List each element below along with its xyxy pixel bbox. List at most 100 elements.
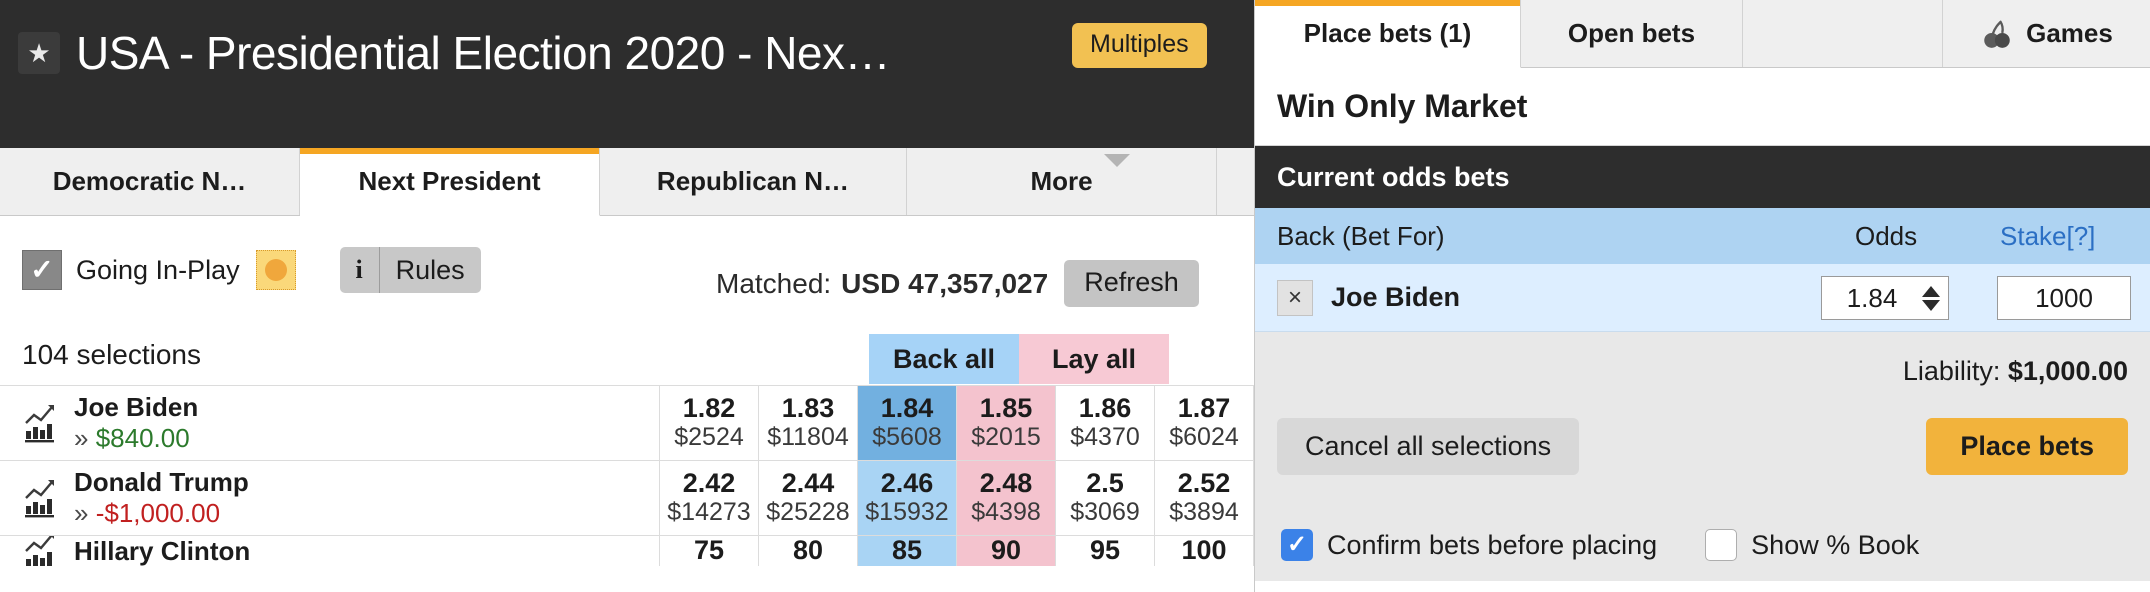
runner-name-cell: Donald Trump» -$1,000.00: [0, 461, 660, 535]
runner-row: Donald Trump» -$1,000.00 2.42 $14273 2.44 $2…: [0, 461, 1254, 536]
back-lay-all-group: Back all Lay all: [869, 334, 1169, 384]
runner-name-cell: Joe Biden» $840.00: [0, 386, 660, 460]
odds-price: 2.44: [781, 468, 835, 499]
liability-label: Liability:: [1902, 356, 2001, 386]
odds-cell[interactable]: 1.85 $2015: [957, 386, 1056, 460]
going-inplay-checkbox[interactable]: ✓: [22, 250, 62, 290]
runner-name: Hillary Clinton: [74, 536, 251, 566]
show-book-option[interactable]: Show % Book: [1705, 529, 1919, 561]
odds-price: 95: [1089, 536, 1121, 566]
odds-stepper[interactable]: 1.84: [1821, 276, 1949, 320]
confirm-bets-option[interactable]: ✓ Confirm bets before placing: [1281, 529, 1657, 561]
matched-label: Matched:: [716, 267, 832, 299]
chevron-down-icon[interactable]: [1922, 299, 1940, 311]
rules-button[interactable]: i Rules: [339, 247, 481, 293]
odds-cell[interactable]: 1.82 $2524: [660, 386, 759, 460]
betslip-options: ✓ Confirm bets before placing Show % Boo…: [1255, 509, 2150, 581]
odds-value[interactable]: 1.84: [1822, 283, 1922, 314]
tab-open-bets[interactable]: Open bets: [1521, 0, 1743, 67]
matched-value: USD 47,357,027: [841, 267, 1049, 299]
betslip-runner-name: Joe Biden: [1331, 282, 1461, 312]
tab-games[interactable]: Games: [1943, 0, 2150, 67]
tab-democratic-nominee[interactable]: Democratic N…: [0, 148, 300, 215]
runner-texts: Hillary Clinton: [74, 536, 250, 566]
place-bets-button[interactable]: Place bets: [1926, 418, 2128, 475]
back-all-button[interactable]: Back all: [869, 334, 1019, 384]
odds-cell[interactable]: 1.84 $5608: [858, 386, 957, 460]
odds-cell[interactable]: 2.42 $14273: [660, 461, 759, 535]
odds-size: $4370: [1070, 423, 1140, 452]
selections-header: 104 selections Back all Lay all: [0, 324, 1254, 386]
odds-price: 85: [891, 536, 923, 566]
odds-size: $6024: [1169, 423, 1239, 452]
price-chart-icon[interactable]: [22, 401, 62, 445]
odds-cell[interactable]: 1.87 $6024: [1155, 386, 1254, 460]
multiples-badge[interactable]: Multiples: [1072, 23, 1207, 68]
cancel-all-selections-button[interactable]: Cancel all selections: [1277, 418, 1580, 475]
odds-cell[interactable]: 2.44 $25228: [759, 461, 858, 535]
odds-cell[interactable]: 2.5 $3069: [1056, 461, 1155, 535]
price-chart-icon[interactable]: [22, 476, 62, 520]
refresh-button[interactable]: Refresh: [1064, 260, 1199, 307]
stake-help-icon[interactable]: [?]: [2067, 221, 2096, 251]
odds-cell[interactable]: 1.83 $11804: [759, 386, 858, 460]
runner-texts: Donald Trump» -$1,000.00: [74, 467, 249, 528]
odds-cell[interactable]: 75: [660, 536, 759, 566]
going-inplay-label: Going In-Play: [76, 254, 240, 285]
page-title: USA - Presidential Election 2020 - Nex…: [76, 27, 891, 79]
current-odds-bets-header: Current odds bets: [1255, 146, 2150, 208]
odds-cell[interactable]: 80: [759, 536, 858, 566]
odds-price: 1.86: [1078, 393, 1132, 424]
odds-size: $3894: [1169, 498, 1239, 527]
odds-cell[interactable]: 90: [957, 536, 1056, 566]
column-back: Back (Bet For): [1277, 220, 1445, 251]
odds-price: 80: [792, 536, 824, 566]
tab-label: Democratic N…: [52, 166, 247, 196]
tab-overflow[interactable]: [1217, 148, 1253, 215]
betslip-row: × Joe Biden 1.84 1000 $840.00: [1255, 264, 2150, 332]
favourite-star-button[interactable]: ★: [18, 32, 60, 74]
odds-size: $14273: [667, 498, 751, 527]
chevron-down-icon: [1103, 154, 1130, 167]
tab-label: Place bets (1): [1303, 18, 1472, 48]
odds-size: $2524: [674, 423, 744, 452]
betslip-tabs: Place bets (1) Open bets Games: [1255, 0, 2150, 68]
stake-input[interactable]: 1000: [1997, 276, 2131, 320]
odds-cell[interactable]: 95: [1056, 536, 1155, 566]
price-chart-icon[interactable]: [22, 536, 62, 566]
betslip-column-headers: Back (Bet For) Odds Stake[?] Profit: [1255, 208, 2150, 264]
runner-name: Joe Biden: [74, 392, 199, 423]
odds-cell[interactable]: 1.86 $4370: [1056, 386, 1155, 460]
show-book-checkbox[interactable]: [1705, 529, 1738, 561]
confirm-bets-checkbox[interactable]: ✓: [1281, 529, 1313, 561]
odds-cell[interactable]: 85: [858, 536, 957, 566]
lay-all-button[interactable]: Lay all: [1019, 334, 1169, 384]
odds-price: 2.42: [682, 468, 736, 499]
tab-label: Next President: [358, 166, 541, 196]
market-subtitle: Win Only Market: [1255, 68, 2150, 146]
runner-name: Donald Trump: [74, 467, 249, 498]
remove-bet-button[interactable]: ×: [1277, 279, 1313, 316]
info-icon: i: [340, 247, 380, 293]
odds-cell[interactable]: 2.48 $4398: [957, 461, 1056, 535]
tab-republican-nominee[interactable]: Republican N…: [600, 148, 907, 215]
odds-price: 2.46: [880, 468, 934, 499]
odds-price: 1.84: [880, 393, 934, 424]
odds-spinner[interactable]: [1922, 285, 1940, 311]
odds-cell[interactable]: 2.46 $15932: [858, 461, 957, 535]
tab-empty[interactable]: [1743, 0, 1943, 67]
odds-price: 1.85: [979, 393, 1033, 424]
tab-place-bets[interactable]: Place bets (1): [1255, 0, 1521, 68]
column-stake: Stake[?]: [2000, 220, 2096, 251]
odds-cell[interactable]: 2.52 $3894: [1155, 461, 1254, 535]
odds-price: 1.82: [682, 393, 736, 424]
betslip-pane: Place bets (1) Open bets Games Win Only …: [1254, 0, 2150, 592]
tab-more[interactable]: More: [907, 148, 1217, 215]
inplay-indicator-icon: [255, 250, 296, 290]
chevron-up-icon[interactable]: [1922, 285, 1940, 297]
odds-price: 100: [1181, 536, 1227, 566]
odds-cell[interactable]: 100: [1155, 536, 1254, 566]
tab-next-president[interactable]: Next President: [300, 148, 600, 216]
column-odds: Odds: [1855, 220, 1918, 251]
odds-size: $25228: [766, 498, 850, 527]
